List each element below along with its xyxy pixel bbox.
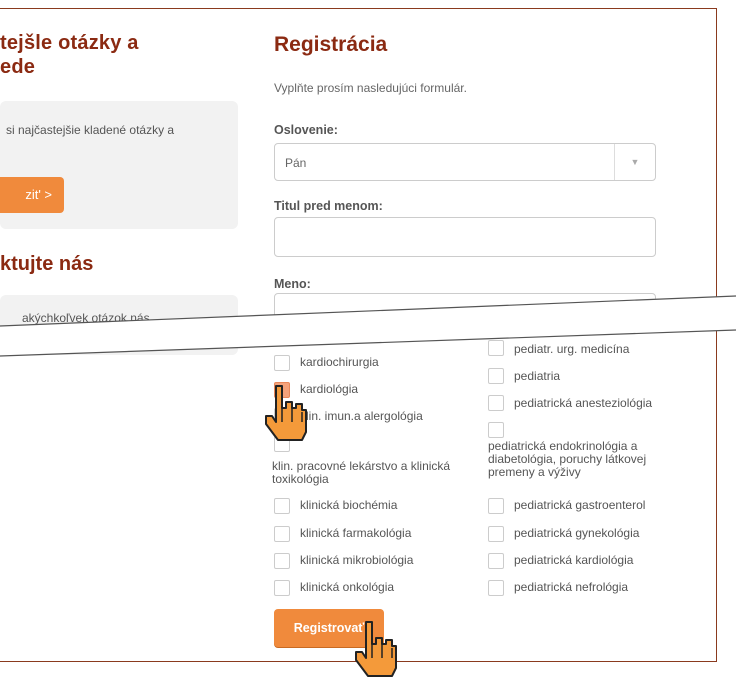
specialty-label: klinická biochémia <box>300 498 398 512</box>
specialty-checkbox[interactable] <box>488 368 504 384</box>
salutation-label: Oslovenie: <box>274 123 338 137</box>
specialty-checkbox[interactable] <box>274 355 290 371</box>
specialty-label: pediatrická gynekológia <box>514 526 640 540</box>
specialty-checkbox[interactable] <box>488 422 504 438</box>
specialty-checkbox[interactable] <box>274 498 290 514</box>
specialty-checkbox[interactable] <box>488 340 504 356</box>
specialty-checkbox[interactable] <box>274 553 290 569</box>
hand-cursor-icon <box>355 621 397 677</box>
registration-title: Registrácia <box>274 33 388 56</box>
specialty-label: pediatr. urg. medicína <box>514 342 630 356</box>
faq-heading-line2: ede <box>0 56 36 78</box>
specialty-label: pediatrická kardiológia <box>514 553 634 567</box>
specialty-label: pediatrická endokrinológia a diabetológi… <box>488 439 647 479</box>
faq-card-text: si najčastejšie kladené otázky a <box>6 123 175 137</box>
specialty-label: pediatrická gastroenterol <box>514 498 646 512</box>
specialty-checkbox[interactable] <box>488 526 504 542</box>
specialty-checkbox[interactable] <box>488 553 504 569</box>
specialty-checkbox[interactable] <box>488 498 504 514</box>
specialty-label: pediatria <box>514 369 561 383</box>
registration-subtitle: Vyplňte prosím nasledujúci formulár. <box>274 81 467 95</box>
specialty-checkbox[interactable] <box>488 580 504 596</box>
faq-button-label: zit' > <box>25 187 52 202</box>
faq-heading-line1: tejšle otázky a <box>0 32 139 54</box>
specialty-checkbox[interactable] <box>488 395 504 411</box>
faq-heading: tejšle otázky a ede <box>0 31 230 79</box>
specialty-checkbox[interactable] <box>274 526 290 542</box>
hand-cursor-icon <box>265 385 307 441</box>
specialty-label: klin. pracovné lekárstvo a klinická toxi… <box>272 459 451 486</box>
chevron-down-icon: ▼ <box>614 144 655 180</box>
specialty-label: pediatrická nefrológia <box>514 580 629 594</box>
specialty-checkbox[interactable] <box>274 580 290 596</box>
specialty-label: klinická farmakológia <box>300 526 412 540</box>
specialty-label: klinická mikrobiológia <box>300 553 414 567</box>
salutation-select[interactable]: Pán ▼ <box>274 143 656 181</box>
specialty-label: klinická onkológia <box>300 580 395 594</box>
title-before-name-label: Titul pred menom: <box>274 199 383 213</box>
title-before-name-input[interactable] <box>274 217 656 257</box>
faq-button[interactable]: zit' > <box>0 177 64 213</box>
specialty-label: klin. imun.a alergológia <box>300 409 423 423</box>
name-label: Meno: <box>274 277 311 291</box>
contact-heading: ktujte nás <box>0 253 94 275</box>
salutation-value: Pán <box>285 156 307 170</box>
specialty-label: pediatrická anesteziológia <box>514 396 653 410</box>
specialty-label: kardiochirurgia <box>300 355 379 369</box>
